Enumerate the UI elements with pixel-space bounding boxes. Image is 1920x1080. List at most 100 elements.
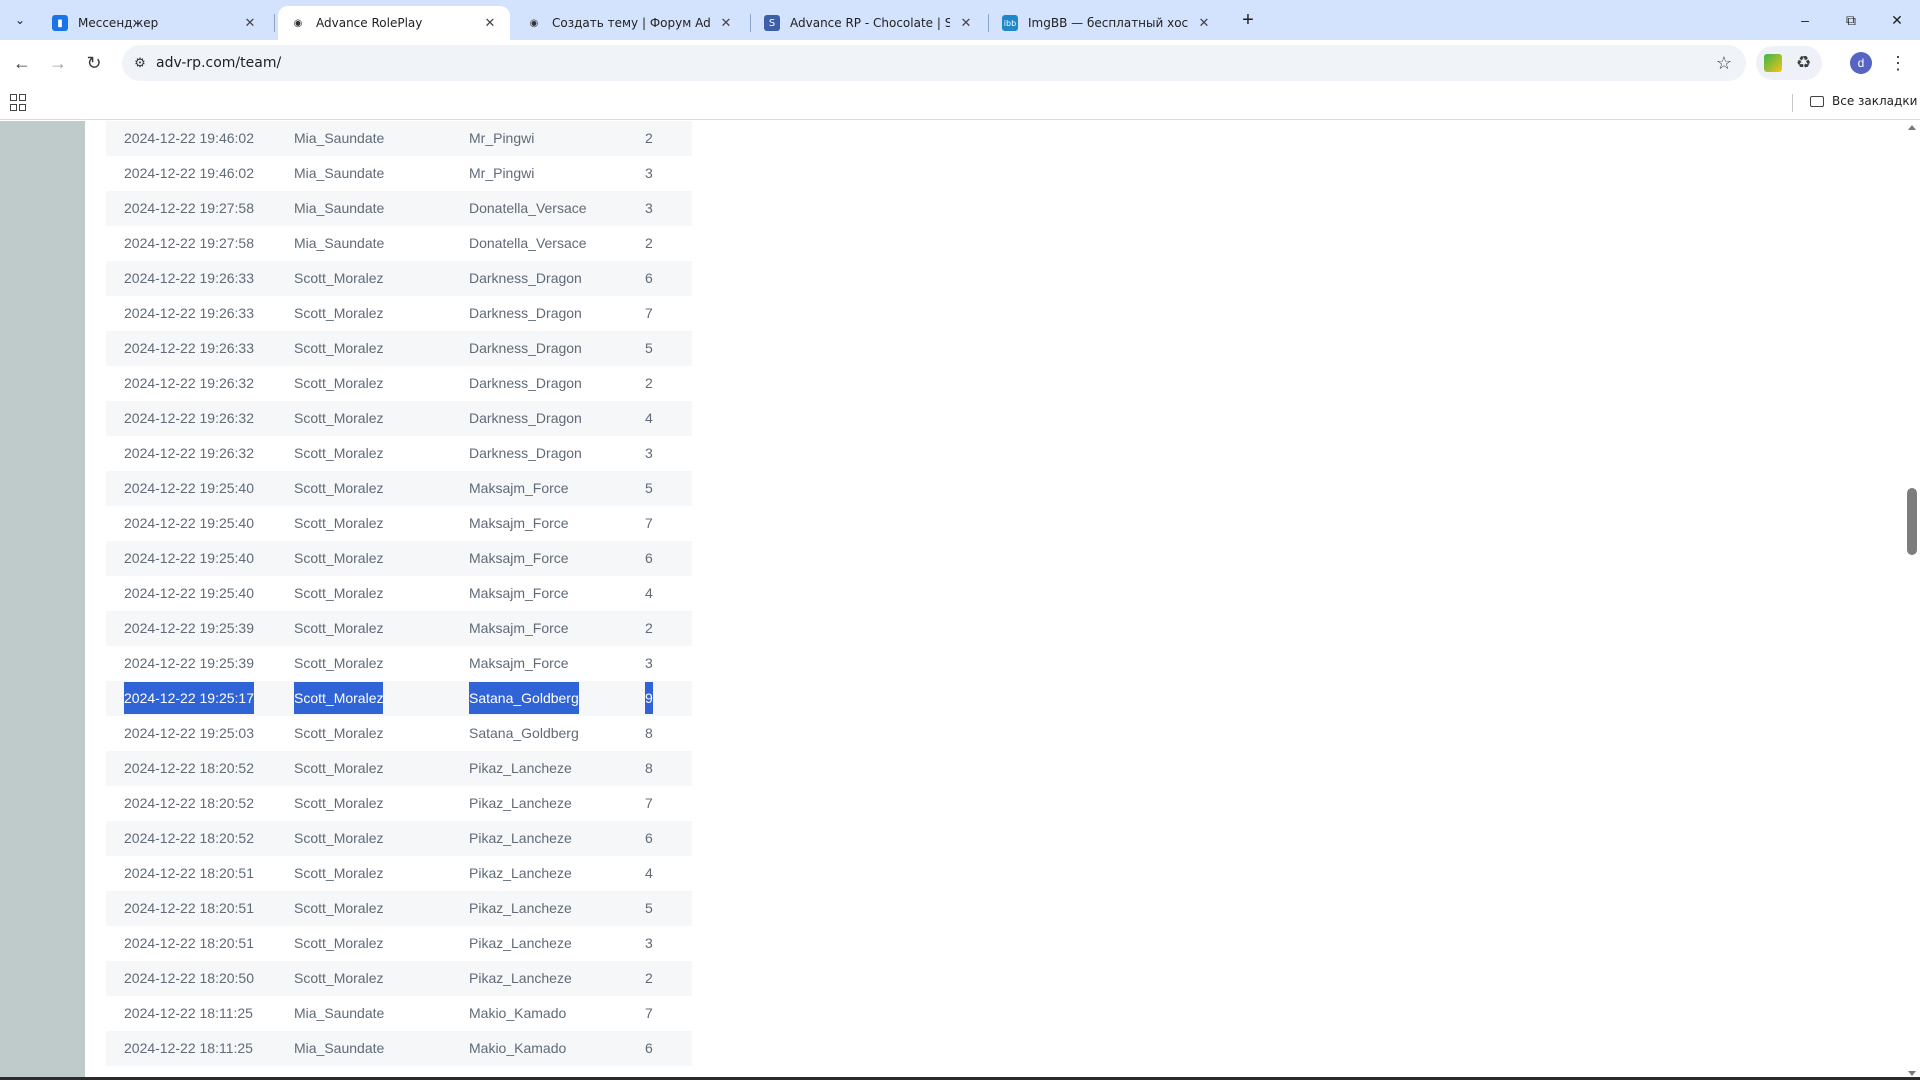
level-cell-text: 2 xyxy=(645,130,653,146)
close-icon[interactable]: ✕ xyxy=(1196,15,1212,31)
player-cell: Pikaz_Lancheze xyxy=(469,891,572,926)
scroll-up-arrow-icon[interactable] xyxy=(1908,125,1916,130)
level-cell-text: 7 xyxy=(645,1005,653,1021)
forward-button[interactable]: → xyxy=(44,49,72,77)
date-cell-text: 2024-12-22 18:20:52 xyxy=(124,830,254,846)
level-cell: 8 xyxy=(645,751,653,786)
date-cell: 2024-12-22 18:20:52 xyxy=(124,786,254,821)
date-cell: 2024-12-22 19:25:40 xyxy=(124,506,254,541)
admin-cell-text: Scott_Moralez xyxy=(294,682,384,714)
scrollbar-thumb[interactable] xyxy=(1907,488,1917,555)
date-cell: 2024-12-22 19:25:40 xyxy=(124,471,254,506)
level-cell-text: 3 xyxy=(645,655,653,671)
table-row: 2024-12-22 18:11:25 Mia_Saundate Makio_Kam… xyxy=(106,1031,692,1066)
table-row: 2024-12-22 19:25:40 Scott_Moralez Maksajm_… xyxy=(106,506,692,541)
level-cell: 2 xyxy=(645,226,653,261)
site-settings-icon[interactable]: ⚙ xyxy=(130,53,150,73)
profile-avatar[interactable]: d xyxy=(1850,52,1872,74)
close-icon[interactable]: ✕ xyxy=(718,15,734,31)
extension-icon[interactable] xyxy=(1764,54,1782,72)
admin-cell: Scott_Moralez xyxy=(294,821,383,856)
admin-cell-text: Scott_Moralez xyxy=(294,760,384,776)
date-cell: 2024-12-22 19:25:40 xyxy=(124,541,254,576)
level-cell-text: 2 xyxy=(645,620,653,636)
level-cell-text: 6 xyxy=(645,1040,653,1056)
admin-cell-text: Mia_Saundate xyxy=(294,130,385,146)
admin-cell: Scott_Moralez xyxy=(294,681,384,716)
apps-grid-icon[interactable] xyxy=(10,94,28,112)
admin-cell: Mia_Saundate xyxy=(294,156,384,191)
more-menu-icon[interactable]: ⋮ xyxy=(1886,50,1910,76)
player-cell-text: Darkness_Dragon xyxy=(469,270,582,286)
admin-cell: Scott_Moralez xyxy=(294,786,383,821)
date-cell-text: 2024-12-22 19:27:58 xyxy=(124,200,254,216)
date-cell-text: 2024-12-22 18:11:25 xyxy=(124,1005,253,1021)
restore-button[interactable]: ⧉ xyxy=(1828,0,1874,40)
date-cell-text: 2024-12-22 19:46:02 xyxy=(124,165,254,181)
puzzle-icon[interactable]: ♻ xyxy=(1796,53,1811,73)
player-cell: Makio_Kamado xyxy=(469,996,566,1031)
level-cell-text: 4 xyxy=(645,585,653,601)
date-cell-text: 2024-12-22 19:26:32 xyxy=(124,445,254,461)
admin-cell-text: Mia_Saundate xyxy=(294,1040,385,1056)
close-icon[interactable]: ✕ xyxy=(242,15,258,31)
close-window-button[interactable]: ✕ xyxy=(1874,0,1920,40)
date-cell-text: 2024-12-22 18:11:25 xyxy=(124,1040,253,1056)
date-cell-text: 2024-12-22 19:25:40 xyxy=(124,515,254,531)
tab-search-button[interactable]: ⌄ xyxy=(8,8,32,32)
date-cell-text: 2024-12-22 18:20:50 xyxy=(124,970,254,986)
date-cell-text: 2024-12-22 19:25:39 xyxy=(124,655,254,671)
back-button[interactable]: ← xyxy=(8,49,36,77)
tab-advance-roleplay[interactable]: ◉ Advance RolePlay ✕ xyxy=(278,6,510,40)
scroll-down-arrow-icon[interactable] xyxy=(1908,1071,1916,1076)
level-cell: 4 xyxy=(645,576,653,611)
eye-icon: ◉ xyxy=(529,17,539,29)
player-cell: Pikaz_Lancheze xyxy=(469,961,572,996)
admin-cell: Scott_Moralez xyxy=(294,401,383,436)
player-cell: Maksajm_Force xyxy=(469,576,569,611)
admin-cell-text: Scott_Moralez xyxy=(294,270,384,286)
level-cell-text: 3 xyxy=(645,935,653,951)
reload-button[interactable]: ↻ xyxy=(80,49,108,77)
admin-cell-text: Scott_Moralez xyxy=(294,550,384,566)
close-icon[interactable]: ✕ xyxy=(482,15,498,31)
player-cell: Darkness_Dragon xyxy=(469,401,582,436)
level-cell-text: 4 xyxy=(645,865,653,881)
all-bookmarks-button[interactable]: Все закладки xyxy=(1810,94,1917,108)
level-cell: 3 xyxy=(645,191,653,226)
player-cell-text: Satana_Goldberg xyxy=(469,725,579,741)
minimize-button[interactable]: – xyxy=(1782,0,1828,40)
left-side-panel xyxy=(0,121,85,1080)
level-cell-text: 7 xyxy=(645,515,653,531)
date-cell-text: 2024-12-22 19:27:58 xyxy=(124,235,254,251)
new-tab-button[interactable]: + xyxy=(1234,8,1262,32)
table-row: 2024-12-22 19:26:33 Scott_Moralez Darkness… xyxy=(106,296,692,331)
tab-advance-rp-chocolate[interactable]: S Advance RP - Chocolate | SAMP ✕ xyxy=(752,6,986,40)
admin-cell-text: Scott_Moralez xyxy=(294,900,384,916)
tab-strip: ⌄ ▮ Мессенджер ✕ ◉ Advance RolePlay ✕ ◉ … xyxy=(0,0,1920,40)
tab-messenger[interactable]: ▮ Мессенджер ✕ xyxy=(40,6,270,40)
date-cell: 2024-12-22 19:26:32 xyxy=(124,366,254,401)
date-cell: 2024-12-22 19:25:40 xyxy=(124,576,254,611)
address-bar[interactable]: ⚙ adv-rp.com/team/ ☆ xyxy=(122,45,1746,81)
player-cell: Pikaz_Lancheze xyxy=(469,821,572,856)
close-icon[interactable]: ✕ xyxy=(958,15,974,31)
url-text[interactable]: adv-rp.com/team/ xyxy=(156,55,281,71)
tab-imgbb[interactable]: ibb ImgBB — бесплатный хостинг ✕ xyxy=(990,6,1224,40)
admin-cell: Scott_Moralez xyxy=(294,856,383,891)
player-cell-text: Darkness_Dragon xyxy=(469,305,582,321)
level-cell-text: 4 xyxy=(645,410,653,426)
date-cell: 2024-12-22 19:26:32 xyxy=(124,436,254,471)
table-row: 2024-12-22 19:26:32 Scott_Moralez Darkness… xyxy=(106,401,692,436)
level-cell: 6 xyxy=(645,1031,653,1066)
level-cell: 7 xyxy=(645,786,653,821)
player-cell: Donatella_Versace xyxy=(469,226,587,261)
table-row: 2024-12-22 19:46:02 Mia_Saundate Mr_Pingwi… xyxy=(106,121,692,156)
player-cell: Pikaz_Lancheze xyxy=(469,856,572,891)
vertical-scrollbar[interactable] xyxy=(1904,121,1920,1080)
date-cell: 2024-12-22 19:46:02 xyxy=(124,156,254,191)
bookmark-star-icon[interactable]: ☆ xyxy=(1712,51,1736,75)
tab-create-topic[interactable]: ◉ Создать тему | Форум Advance ✕ xyxy=(514,6,746,40)
folder-icon xyxy=(1810,95,1824,107)
level-cell: 2 xyxy=(645,366,653,401)
